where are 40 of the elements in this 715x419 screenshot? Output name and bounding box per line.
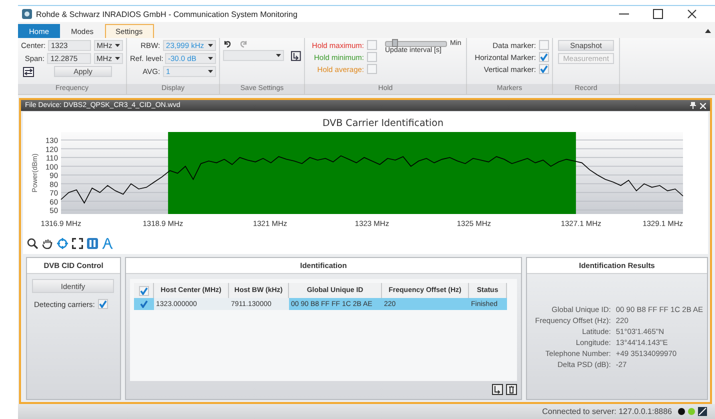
swap-icon[interactable] bbox=[23, 66, 34, 76]
caret-icon bbox=[276, 54, 282, 57]
table-row-selection[interactable] bbox=[134, 298, 154, 310]
caret-icon bbox=[114, 57, 120, 60]
select-all-checkbox[interactable] bbox=[138, 286, 149, 296]
checkbox[interactable] bbox=[539, 64, 549, 74]
caret-icon bbox=[208, 70, 213, 73]
close-icon[interactable] bbox=[687, 9, 697, 19]
redo-icon[interactable] bbox=[240, 40, 248, 48]
export-icon[interactable] bbox=[492, 384, 503, 395]
caret-icon bbox=[208, 57, 213, 60]
slider-thumb[interactable] bbox=[392, 38, 398, 46]
chart-title: DVB Carrier Identification bbox=[322, 118, 444, 129]
checkbox[interactable] bbox=[539, 52, 549, 62]
app-logo-icon bbox=[22, 9, 32, 19]
status-dot bbox=[678, 408, 685, 415]
pause-icon[interactable] bbox=[87, 238, 98, 249]
checkbox[interactable] bbox=[367, 64, 377, 74]
checkbox[interactable] bbox=[367, 52, 377, 62]
row-checkbox[interactable] bbox=[140, 300, 148, 308]
caret-icon bbox=[208, 44, 213, 47]
peak-icon[interactable] bbox=[102, 238, 113, 249]
checkbox[interactable] bbox=[98, 299, 108, 309]
window-title: Rohde & Schwarz INRADIOS GmbH - Communication System Monitoring bbox=[36, 10, 298, 18]
update-interval-slider[interactable] bbox=[385, 40, 447, 46]
pin-icon[interactable] bbox=[690, 102, 696, 109]
checkbox[interactable] bbox=[367, 40, 377, 50]
status-dot bbox=[688, 408, 695, 415]
caret-icon bbox=[115, 44, 120, 47]
undo-icon[interactable] bbox=[223, 40, 231, 48]
crosshair-icon[interactable] bbox=[57, 238, 68, 249]
hand-icon[interactable] bbox=[42, 238, 53, 249]
collapse-ribbon-icon[interactable] bbox=[705, 29, 711, 33]
save-icon[interactable] bbox=[291, 50, 301, 60]
delete-icon[interactable] bbox=[506, 384, 517, 395]
fit-icon[interactable] bbox=[72, 238, 83, 249]
connection-status: Connected to server: 127.0.0.1:8886 bbox=[542, 407, 672, 416]
checkbox[interactable] bbox=[539, 40, 549, 50]
zoom-icon[interactable] bbox=[27, 238, 38, 249]
maximize-icon[interactable] bbox=[653, 9, 663, 19]
